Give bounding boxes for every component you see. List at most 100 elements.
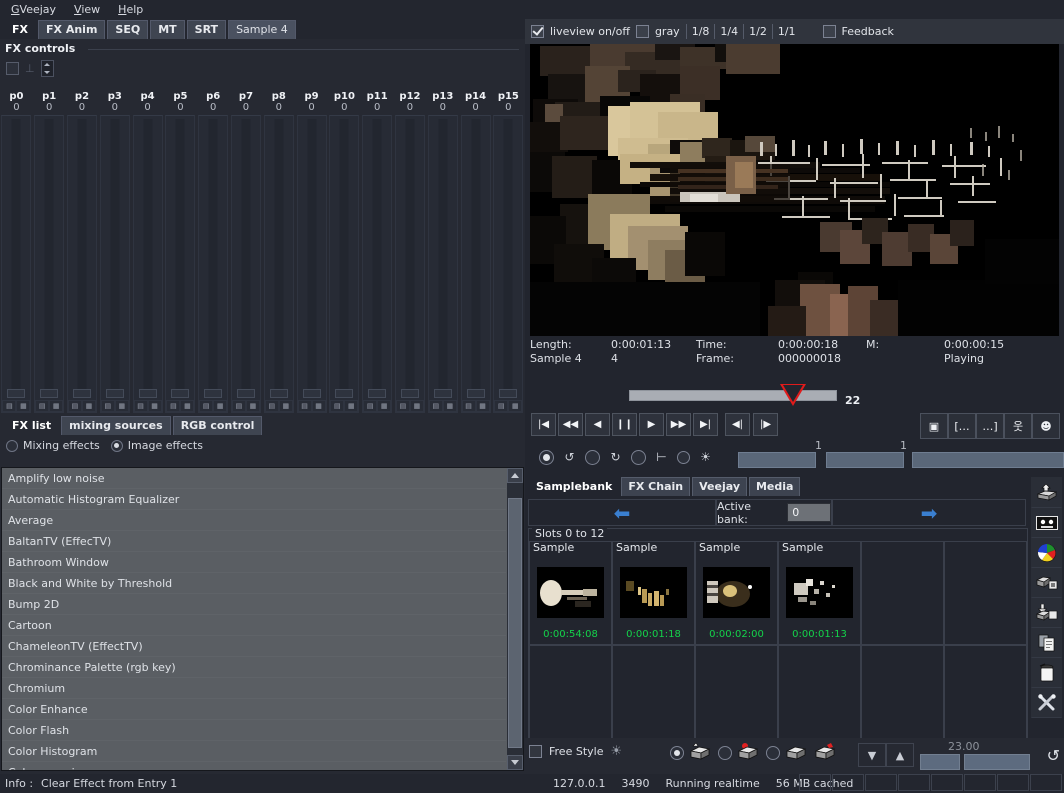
param-slider-track[interactable]	[307, 119, 317, 398]
sample-slot-empty[interactable]	[861, 645, 944, 749]
param-slider-handle[interactable]	[466, 389, 485, 398]
loop-mode-icon[interactable]: ↺	[561, 450, 578, 465]
speed-track-left[interactable]	[920, 754, 960, 770]
param-slider-frame[interactable]: ▤ ▦	[296, 115, 327, 413]
param-link-icon[interactable]: ▦	[377, 400, 392, 412]
load-sample-icon[interactable]	[1031, 477, 1062, 508]
param-anim-icon[interactable]: ▤	[428, 400, 443, 412]
scroll-up-button[interactable]	[507, 468, 523, 483]
status-box[interactable]	[865, 774, 897, 791]
status-box[interactable]	[964, 774, 996, 791]
tab-rgb-control[interactable]: RGB control	[172, 416, 263, 435]
record-dot-icon[interactable]	[539, 449, 554, 465]
slot-thumbnail[interactable]	[703, 567, 770, 618]
param-link-icon[interactable]: ▦	[180, 400, 195, 412]
param-link-icon[interactable]: ▦	[245, 400, 260, 412]
globe-icon[interactable]: ☀	[697, 450, 714, 465]
cassette-icon[interactable]	[1031, 508, 1062, 538]
sample-cube-icon-2[interactable]	[737, 743, 761, 763]
param-slider-track[interactable]	[372, 119, 382, 398]
fx-list-item[interactable]: Chrominance Palette (rgb key)	[2, 657, 506, 678]
refresh-icon[interactable]: ↺	[1047, 746, 1060, 765]
mode-radio-3[interactable]	[766, 746, 780, 760]
fx-list-box[interactable]: Amplify low noise Automatic Histogram Equ…	[1, 467, 524, 771]
globe-icon[interactable]: ☀	[610, 744, 622, 759]
param-slider-handle[interactable]	[7, 389, 26, 398]
status-box[interactable]	[997, 774, 1029, 791]
param-link-icon[interactable]: ▦	[147, 400, 162, 412]
scale-1-4[interactable]: 1/4	[715, 24, 743, 39]
menu-item-view[interactable]: View	[68, 2, 112, 18]
free-style-checkbox[interactable]	[529, 745, 542, 758]
scale-1-1[interactable]: 1/1	[773, 24, 801, 39]
sample-slot-empty[interactable]	[612, 645, 695, 749]
mask-icon[interactable]: ☻	[1032, 413, 1060, 439]
bank-prev-button[interactable]: ⬅	[528, 499, 716, 526]
param-anim-icon[interactable]: ▤	[264, 400, 279, 412]
param-slider-handle[interactable]	[400, 389, 419, 398]
param-slider-track[interactable]	[77, 119, 87, 398]
param-slider-handle[interactable]	[40, 389, 59, 398]
play-button[interactable]: ▶	[639, 413, 664, 436]
active-bank-input[interactable]: 0	[787, 503, 831, 522]
position-marker[interactable]	[780, 384, 806, 406]
scroll-thumb[interactable]	[508, 498, 522, 748]
param-link-icon[interactable]: ▦	[442, 400, 457, 412]
param-slider-track[interactable]	[143, 119, 153, 398]
mode-radio-1[interactable]	[670, 746, 684, 760]
param-slider-track[interactable]	[44, 119, 54, 398]
param-slider-handle[interactable]	[368, 389, 387, 398]
position-bar[interactable]: 22	[525, 374, 1064, 409]
param-slider-frame[interactable]: ▤ ▦	[460, 115, 491, 413]
sample-cube-icon-4[interactable]	[814, 743, 838, 763]
channel-bar-2[interactable]	[826, 452, 904, 468]
param-link-icon[interactable]: ▦	[508, 400, 523, 412]
fx-list-item[interactable]: Bathroom Window	[2, 552, 506, 573]
tab-veejay[interactable]: Veejay	[692, 477, 747, 496]
menu-item-help[interactable]: Help	[112, 2, 155, 18]
bracket-close-icon[interactable]: …]	[976, 413, 1004, 439]
param-link-icon[interactable]: ▦	[475, 400, 490, 412]
scroll-down-button[interactable]	[507, 755, 523, 770]
tab-seq[interactable]: SEQ	[107, 20, 149, 39]
param-slider-frame[interactable]: ▤ ▦	[263, 115, 294, 413]
sample-slot-empty[interactable]	[529, 645, 612, 749]
param-slider-handle[interactable]	[138, 389, 157, 398]
fx-list-item[interactable]: Black and White by Threshold	[2, 573, 506, 594]
param-slider-track[interactable]	[110, 119, 120, 398]
status-box[interactable]	[898, 774, 930, 791]
param-slider-frame[interactable]: ▤ ▦	[427, 115, 458, 413]
status-box[interactable]	[1030, 774, 1062, 791]
sample-cube-icon-3[interactable]	[785, 743, 809, 763]
speed-track-right[interactable]	[964, 754, 1030, 770]
param-anim-icon[interactable]: ▤	[35, 400, 50, 412]
param-slider-track[interactable]	[503, 119, 513, 398]
param-link-icon[interactable]: ▦	[278, 400, 293, 412]
fx-list-item[interactable]: Cartoon	[2, 615, 506, 636]
param-link-icon[interactable]: ▦	[81, 400, 96, 412]
fx-entry-spinner[interactable]	[40, 59, 54, 77]
go-end-button[interactable]: ▶|	[693, 413, 718, 436]
radio-image-effects[interactable]	[110, 439, 123, 452]
status-box[interactable]	[931, 774, 963, 791]
param-slider-frame[interactable]: ▤ ▦	[1, 115, 32, 413]
param-slider-frame[interactable]: ▤ ▦	[394, 115, 425, 413]
gray-checkbox[interactable]	[635, 25, 649, 38]
param-slider-frame[interactable]: ▤ ▦	[198, 115, 229, 413]
tab-fx-anim[interactable]: FX Anim	[38, 20, 106, 39]
fx-list-item[interactable]: Color Flash	[2, 720, 506, 741]
sample-slot-empty[interactable]	[861, 541, 944, 645]
param-slider-track[interactable]	[339, 119, 349, 398]
fx-list-item[interactable]: Color mapping	[2, 762, 506, 770]
param-slider-handle[interactable]	[72, 389, 91, 398]
slot-thumbnail[interactable]	[537, 567, 604, 618]
param-slider-frame[interactable]: ▤ ▦	[362, 115, 393, 413]
param-slider-handle[interactable]	[236, 389, 255, 398]
speed-track[interactable]	[920, 754, 1030, 770]
param-link-icon[interactable]: ▦	[16, 400, 31, 412]
fx-list-item[interactable]: Chromium	[2, 678, 506, 699]
channel-bar-3[interactable]	[912, 452, 1064, 468]
param-anim-icon[interactable]: ▤	[494, 400, 509, 412]
trash-icon[interactable]	[1031, 658, 1062, 688]
feedback-checkbox[interactable]	[822, 25, 836, 38]
